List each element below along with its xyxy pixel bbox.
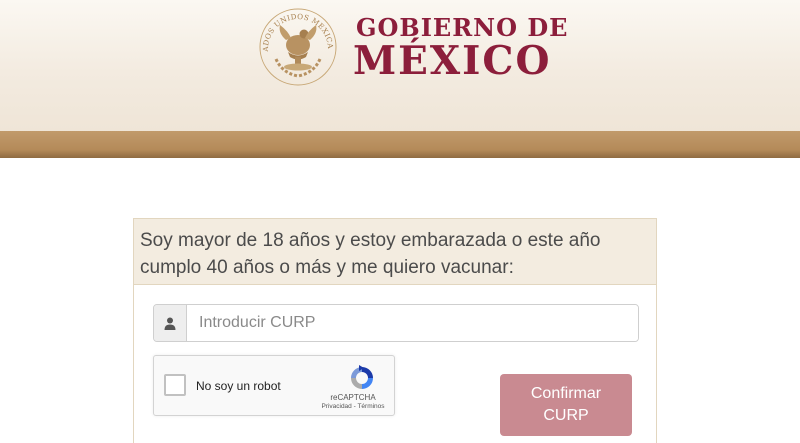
user-glyph bbox=[164, 317, 176, 330]
mexico-coat-of-arms-icon: ESTADOS UNIDOS MEXICANOS bbox=[258, 7, 337, 86]
recaptcha-label: No soy un robot bbox=[196, 379, 281, 393]
confirm-curp-button[interactable]: Confirmar CURP bbox=[500, 374, 632, 436]
recaptcha-logo-icon bbox=[351, 365, 373, 389]
header-band bbox=[0, 131, 800, 158]
vaccination-form-card: Soy mayor de 18 años y estoy embarazada … bbox=[133, 218, 657, 443]
recaptcha-widget: No soy un robot reCAPTCHA Privacidad - T… bbox=[153, 355, 395, 416]
user-icon bbox=[154, 305, 187, 341]
brand-title-line2: MÉXICO bbox=[353, 38, 552, 84]
page: ESTADOS UNIDOS MEXICANOS GOBIERNO DE MÉX… bbox=[0, 0, 800, 443]
recaptcha-terms-links[interactable]: Privacidad - Términos bbox=[314, 403, 392, 410]
recaptcha-checkbox[interactable] bbox=[164, 374, 186, 396]
curp-input[interactable] bbox=[187, 305, 638, 341]
curp-input-group bbox=[153, 304, 639, 342]
site-header: ESTADOS UNIDOS MEXICANOS GOBIERNO DE MÉX… bbox=[0, 0, 800, 131]
recaptcha-brand: reCAPTCHA bbox=[330, 393, 376, 402]
form-heading: Soy mayor de 18 años y estoy embarazada … bbox=[134, 219, 656, 285]
